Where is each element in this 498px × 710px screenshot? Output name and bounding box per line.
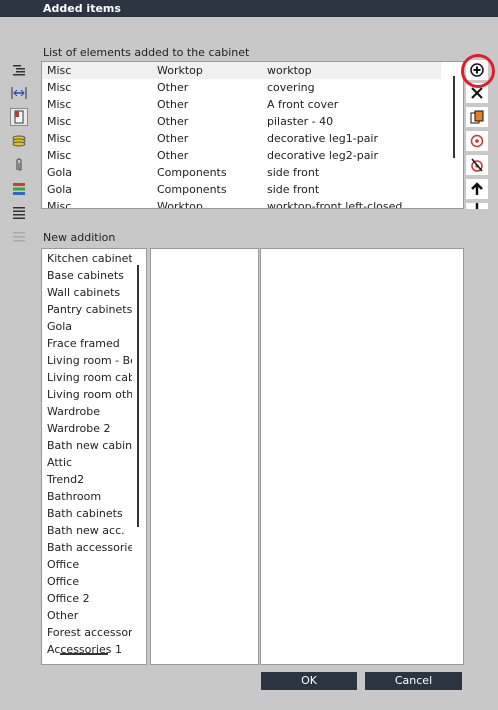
category-item[interactable]: Living room other: [47, 386, 132, 403]
cell-name: worktop: [267, 64, 312, 77]
paperclip-icon[interactable]: [10, 156, 28, 174]
category-item[interactable]: Office 2: [47, 590, 132, 607]
table-row[interactable]: Gola Components side front: [42, 164, 441, 181]
table-row[interactable]: Misc Other covering: [42, 79, 441, 96]
lines-gray-icon[interactable]: [10, 228, 28, 246]
category-item[interactable]: Attic: [47, 454, 132, 471]
category-item[interactable]: Forest accessori...: [47, 624, 132, 641]
arrow-down-icon[interactable]: [466, 203, 488, 209]
category-item[interactable]: Base cabinets: [47, 267, 132, 284]
add-circle-icon[interactable]: [466, 60, 488, 80]
cell-name: decorative leg1-pair: [267, 132, 379, 145]
cell-name: decorative leg2-pair: [267, 149, 379, 162]
new-addition-label: New addition: [43, 231, 116, 244]
copy-icon[interactable]: [466, 107, 488, 127]
cell-group: Misc: [47, 98, 72, 111]
category-item[interactable]: Other: [47, 607, 132, 624]
cell-name: A front cover: [267, 98, 339, 111]
lines-icon[interactable]: [10, 204, 28, 222]
arrow-up-icon[interactable]: [466, 179, 488, 199]
cell-type: Components: [157, 166, 227, 179]
cell-group: Gola: [47, 183, 73, 196]
table-row[interactable]: Misc Other pilaster - 40: [42, 113, 441, 130]
cell-name: worktop-front left-closed: [267, 200, 403, 209]
items-list[interactable]: [260, 248, 464, 665]
cell-group: Misc: [47, 115, 72, 128]
cell-type: Other: [157, 115, 189, 128]
category-item[interactable]: Bath accessories: [47, 539, 132, 556]
category-item[interactable]: Living room cabi...: [47, 369, 132, 386]
window-title: Added items: [43, 2, 121, 15]
list-indent-icon[interactable]: [10, 61, 28, 79]
cell-type: Other: [157, 132, 189, 145]
cell-group: Misc: [47, 200, 72, 209]
category-item[interactable]: Bath cabinets: [47, 505, 132, 522]
window-titlebar: Added items: [0, 0, 498, 17]
cell-name: side front: [267, 183, 320, 196]
category-item[interactable]: Wardrobe: [47, 403, 132, 420]
cell-group: Misc: [47, 64, 72, 77]
cell-group: Misc: [47, 132, 72, 145]
cell-type: Worktop: [157, 64, 203, 77]
cell-type: Other: [157, 149, 189, 162]
width-arrows-icon[interactable]: [10, 84, 28, 102]
table-row[interactable]: Misc Other decorative leg1-pair: [42, 130, 441, 147]
table-row[interactable]: Misc Worktop worktop-front left-closed: [42, 198, 441, 209]
table-row[interactable]: Misc Other decorative leg2-pair: [42, 147, 441, 164]
cabinet-elements-list[interactable]: Misc Worktop worktop Misc Other covering…: [41, 61, 464, 209]
category-item[interactable]: Trend2: [47, 471, 132, 488]
cell-type: Other: [157, 98, 189, 111]
cell-type: Other: [157, 81, 189, 94]
strike-target-icon[interactable]: [466, 155, 488, 175]
cabinet-list-scrollbar[interactable]: [453, 76, 455, 158]
table-row[interactable]: Misc Worktop worktop: [42, 62, 441, 79]
color-bars-icon[interactable]: [10, 180, 28, 198]
layers-stack-icon[interactable]: [10, 132, 28, 150]
cell-group: Misc: [47, 149, 72, 162]
category-item[interactable]: Bathroom: [47, 488, 132, 505]
category-scrollbar[interactable]: [137, 265, 139, 527]
table-row[interactable]: Gola Components side front: [42, 181, 441, 198]
remove-x-icon[interactable]: [466, 83, 488, 103]
category-hscrollbar[interactable]: [60, 653, 108, 655]
ok-button[interactable]: OK: [261, 672, 357, 690]
target-icon[interactable]: [466, 131, 488, 151]
category-list[interactable]: Kitchen cabinets Base cabinets Wall cabine…: [41, 248, 147, 665]
table-row[interactable]: Misc Other A front cover: [42, 96, 441, 113]
category-item[interactable]: Bath new cabin...: [47, 437, 132, 454]
category-item[interactable]: Gola: [47, 318, 132, 335]
cell-group: Misc: [47, 81, 72, 94]
category-item[interactable]: Pantry cabinets: [47, 301, 132, 318]
cell-type: Worktop: [157, 200, 203, 209]
category-item[interactable]: Bath new acc.: [47, 522, 132, 539]
cabinet-door-icon[interactable]: [10, 108, 28, 126]
category-item[interactable]: Kitchen cabinets: [47, 250, 132, 267]
category-item[interactable]: Office: [47, 556, 132, 573]
cabinet-list-label: List of elements added to the cabinet: [43, 46, 250, 59]
cell-type: Components: [157, 183, 227, 196]
cell-group: Gola: [47, 166, 73, 179]
subcategory-list[interactable]: [150, 248, 259, 665]
category-item[interactable]: Accessories 1: [47, 641, 132, 658]
category-item[interactable]: Wardrobe 2: [47, 420, 132, 437]
category-item[interactable]: Office: [47, 573, 132, 590]
cell-name: side front: [267, 166, 320, 179]
cell-name: covering: [267, 81, 315, 94]
category-item[interactable]: Wall cabinets: [47, 284, 132, 301]
category-item[interactable]: Living room - Be...: [47, 352, 132, 369]
category-item[interactable]: Frace framed: [47, 335, 132, 352]
cell-name: pilaster - 40: [267, 115, 334, 128]
cancel-button[interactable]: Cancel: [365, 672, 462, 690]
